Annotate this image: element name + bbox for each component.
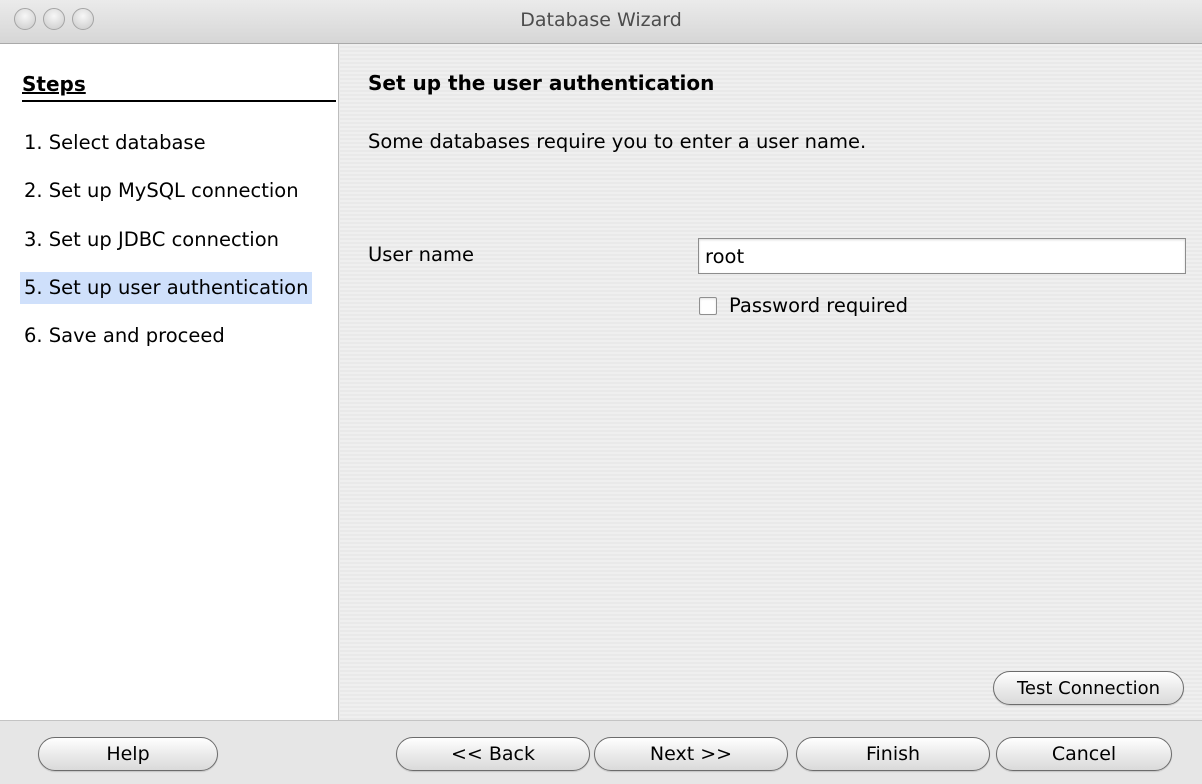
title-bar: Database Wizard (0, 0, 1202, 44)
user-name-label: User name (368, 243, 474, 266)
content-panel: Set up the user authentication Some data… (340, 44, 1202, 720)
test-connection-button[interactable]: Test Connection (993, 671, 1184, 705)
step-jdbc-connection: 3. Set up JDBC connection (24, 228, 280, 251)
help-button[interactable]: Help (38, 737, 218, 771)
step-user-authentication: 5. Set up user authentication (20, 272, 313, 304)
password-required-label: Password required (729, 294, 908, 317)
cancel-button[interactable]: Cancel (996, 737, 1172, 771)
page-title: Set up the user authentication (368, 71, 715, 95)
window-title: Database Wizard (520, 9, 682, 31)
back-button[interactable]: << Back (396, 737, 590, 771)
step-save-and-proceed: 6. Save and proceed (24, 324, 225, 347)
next-button[interactable]: Next >> (594, 737, 788, 771)
step-mysql-connection: 2. Set up MySQL connection (24, 179, 299, 202)
steps-panel: Steps 1. Select database 2. Set up MySQL… (0, 44, 339, 720)
step-select-database: 1. Select database (24, 131, 206, 154)
button-bar: Help << Back Next >> Finish Cancel (0, 720, 1202, 784)
page-description: Some databases require you to enter a us… (368, 130, 867, 153)
password-required-row[interactable]: Password required (699, 294, 908, 317)
steps-header: Steps (22, 72, 336, 102)
password-required-checkbox[interactable] (699, 296, 717, 315)
user-name-input[interactable] (698, 238, 1186, 274)
finish-button[interactable]: Finish (796, 737, 990, 771)
